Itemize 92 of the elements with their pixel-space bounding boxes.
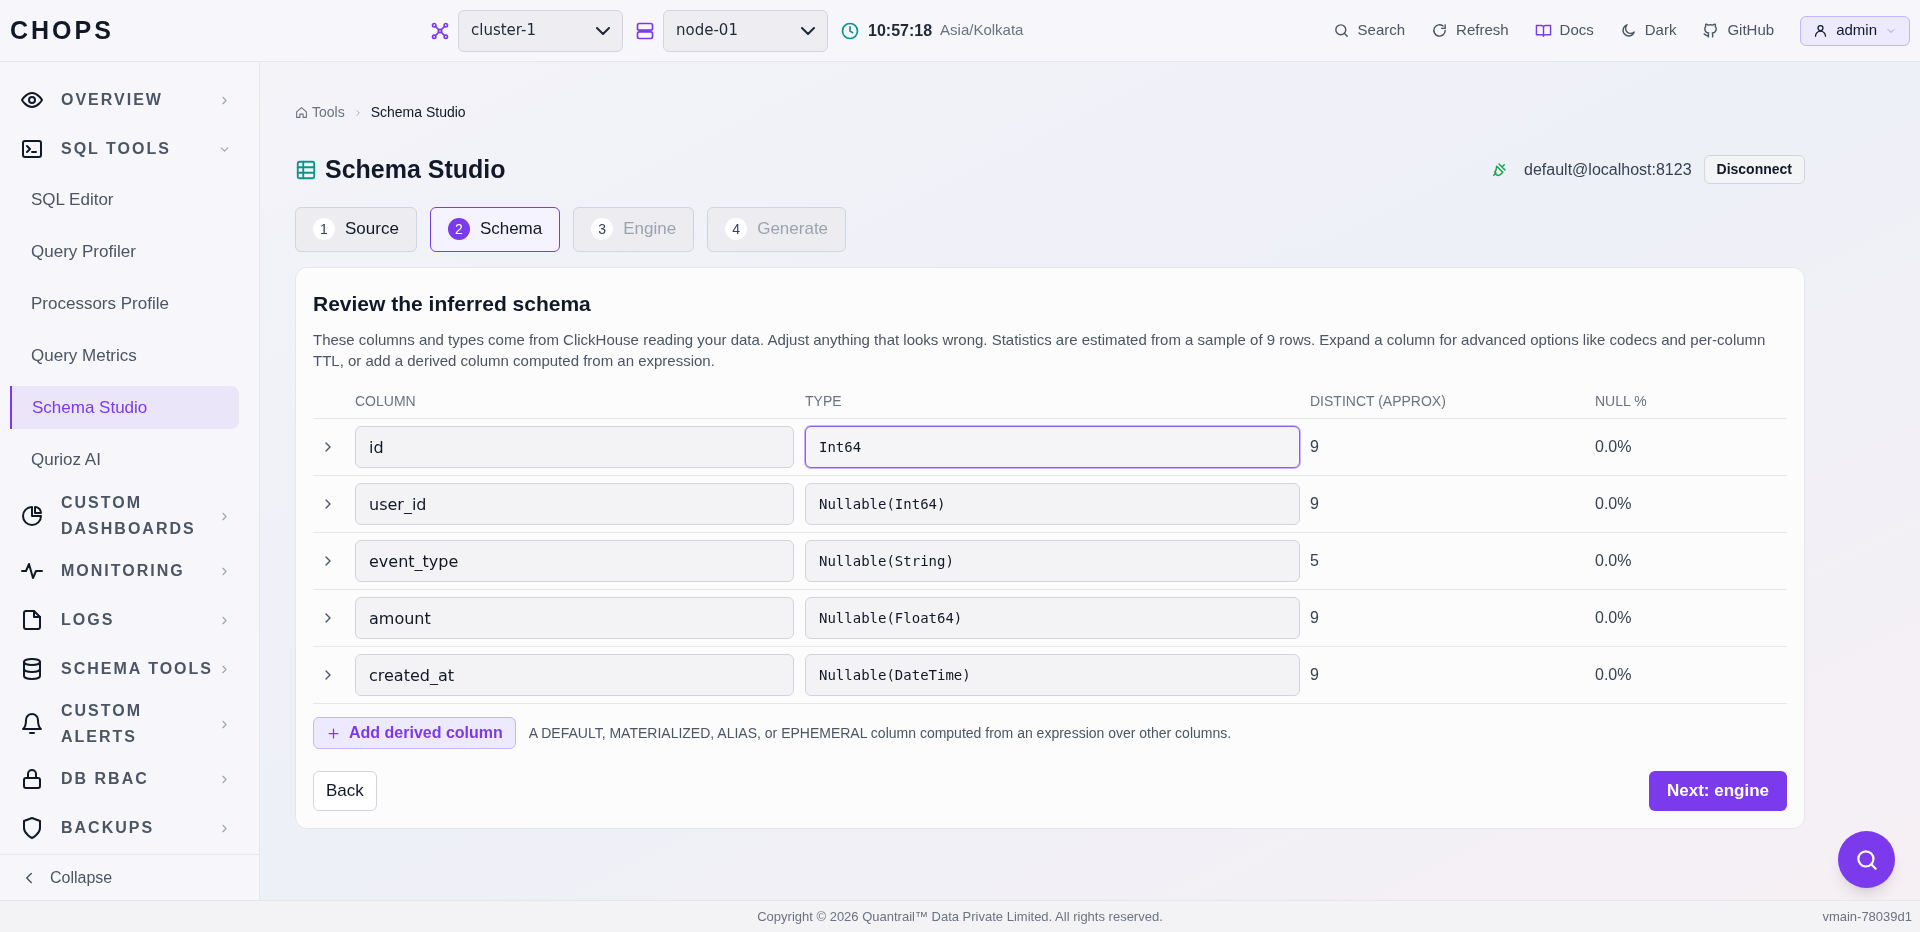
github-icon [1702, 22, 1720, 39]
step-number: 1 [313, 218, 335, 240]
back-button[interactable]: Back [313, 771, 377, 811]
header-action[interactable]: GitHub [1702, 19, 1775, 42]
table-cell-text: 0.0% [1595, 608, 1633, 628]
search-fab[interactable] [1838, 831, 1895, 888]
book-icon [1534, 22, 1552, 39]
column-header: COLUMN [355, 392, 417, 411]
type-field[interactable]: Nullable(String) [805, 540, 1300, 582]
copyright-text: Copyright © 2026 Quantrail™ Data Private Limited. All rights reserved. [757, 907, 1163, 926]
sidebar-link[interactable]: SQL Editor [10, 178, 239, 221]
server-icon [635, 20, 655, 41]
column-name-field[interactable]: created_at [355, 654, 794, 696]
card-title: Review the inferred schema [313, 290, 592, 317]
sidebar-section[interactable]: MONITORING [10, 551, 239, 591]
plus-icon [326, 725, 341, 741]
column-header: NULL % [1595, 392, 1648, 411]
clock-time: 10:57:18 [868, 20, 933, 41]
table-cell-text: 0.0% [1595, 494, 1633, 514]
table-cell-text: 0.0% [1595, 551, 1633, 571]
plug-icon [1490, 160, 1509, 179]
table-cell-text: 0.0% [1595, 437, 1633, 457]
add-column-hint: A DEFAULT, MATERIALIZED, ALIAS, or EPHEMERAL column computed from an expression over other columns. [528, 723, 1232, 743]
sidebar-link[interactable]: Schema Studio [10, 386, 239, 429]
database-icon [20, 657, 44, 681]
column-name-field[interactable]: amount [355, 597, 794, 639]
table-cell-text: 9 [1310, 665, 1320, 685]
table-icon [295, 158, 317, 181]
network-icon [430, 20, 450, 41]
step-number: 2 [447, 218, 470, 240]
table-cell-text: 5 [1310, 551, 1320, 571]
cluster-select[interactable]: cluster-1 [458, 9, 623, 52]
terminal-icon [20, 137, 44, 161]
timezone-label: Asia/Kolkata [940, 20, 1024, 41]
sidebar-section[interactable]: BACKUPS [10, 808, 239, 848]
clock-icon [840, 20, 860, 41]
page-title: Schema Studio [325, 154, 506, 185]
table-cell-text: 9 [1310, 608, 1320, 628]
breadcrumb-current: Schema Studio [370, 103, 466, 122]
user-menu[interactable]: admin [1800, 15, 1910, 46]
sidebar-section[interactable]: LOGS [10, 600, 239, 640]
shield-icon [20, 816, 44, 840]
type-field[interactable]: Nullable(Float64) [805, 597, 1300, 639]
column-header: TYPE [805, 392, 843, 411]
table-cell-text: 9 [1310, 494, 1320, 514]
refresh-icon [1431, 22, 1449, 39]
card-description: These columns and types come from ClickHouse reading your data. Adjust anything that looks wrong. Statistics are estimated from a sample of 9 rows. Expand a column for advanced options like codecs and per-column TTL, or add a derived column computed from an expression. [313, 330, 1767, 371]
next-button[interactable]: Next: engine [1648, 771, 1787, 811]
sidebar-section[interactable]: OVERVIEW [10, 80, 239, 120]
sidebar-link[interactable]: Processors Profile [10, 282, 239, 325]
connection-label: default@localhost:8123 [1524, 159, 1692, 180]
table-cell-text: 0.0% [1595, 665, 1633, 685]
sidebar-section[interactable]: DB RBAC [10, 759, 239, 799]
file-icon [20, 608, 44, 632]
step-number: 4 [725, 218, 748, 240]
header-action[interactable]: Dark [1619, 19, 1677, 42]
pie-chart-icon [20, 504, 44, 528]
home-icon [295, 106, 308, 119]
header-action[interactable]: Docs [1534, 19, 1594, 42]
node-select[interactable]: node-01 [663, 9, 828, 52]
sidebar-section[interactable]: SQL TOOLS [10, 129, 239, 169]
type-field[interactable]: Nullable(Int64) [805, 483, 1300, 525]
version-label: vmain-78039d1 [1822, 907, 1912, 926]
table-cell-text: 9 [1310, 437, 1320, 457]
caret-icon [596, 26, 610, 35]
header-action[interactable]: Refresh [1431, 19, 1509, 42]
step-number: 3 [591, 218, 614, 240]
moon-icon [1619, 22, 1637, 39]
add-derived-column-button[interactable]: Add derived column [313, 717, 516, 749]
app-logo: CHOPS [10, 14, 115, 46]
caret-icon [801, 26, 815, 35]
disconnect-button[interactable]: Disconnect [1703, 155, 1805, 185]
step-tab[interactable]: 2 Schema [429, 206, 561, 252]
column-header: DISTINCT (APPROX) [1310, 392, 1447, 411]
type-field[interactable]: Int64 [805, 426, 1300, 468]
bell-icon [20, 712, 44, 736]
type-field[interactable]: Nullable(DateTime) [805, 654, 1300, 696]
lock-icon [20, 767, 44, 791]
user-icon [1813, 23, 1829, 38]
sidebar-section[interactable]: SCHEMA TOOLS [10, 649, 239, 689]
sidebar-link[interactable]: Query Profiler [10, 230, 239, 273]
column-name-field[interactable]: user_id [355, 483, 794, 525]
column-name-field[interactable]: event_type [355, 540, 794, 582]
sidebar-link[interactable]: Qurioz AI [10, 438, 239, 481]
column-name-field[interactable]: id [355, 426, 794, 468]
sidebar-link[interactable]: Query Metrics [10, 334, 239, 377]
step-tab[interactable]: 1 Source [295, 206, 417, 252]
breadcrumb-link[interactable]: Tools [295, 102, 345, 123]
search-icon [1332, 22, 1350, 39]
sidebar-section[interactable]: CUSTOM DASHBOARDS [10, 490, 239, 542]
sidebar-section[interactable]: CUSTOM ALERTS [10, 698, 239, 750]
header-action[interactable]: Search [1332, 19, 1406, 42]
